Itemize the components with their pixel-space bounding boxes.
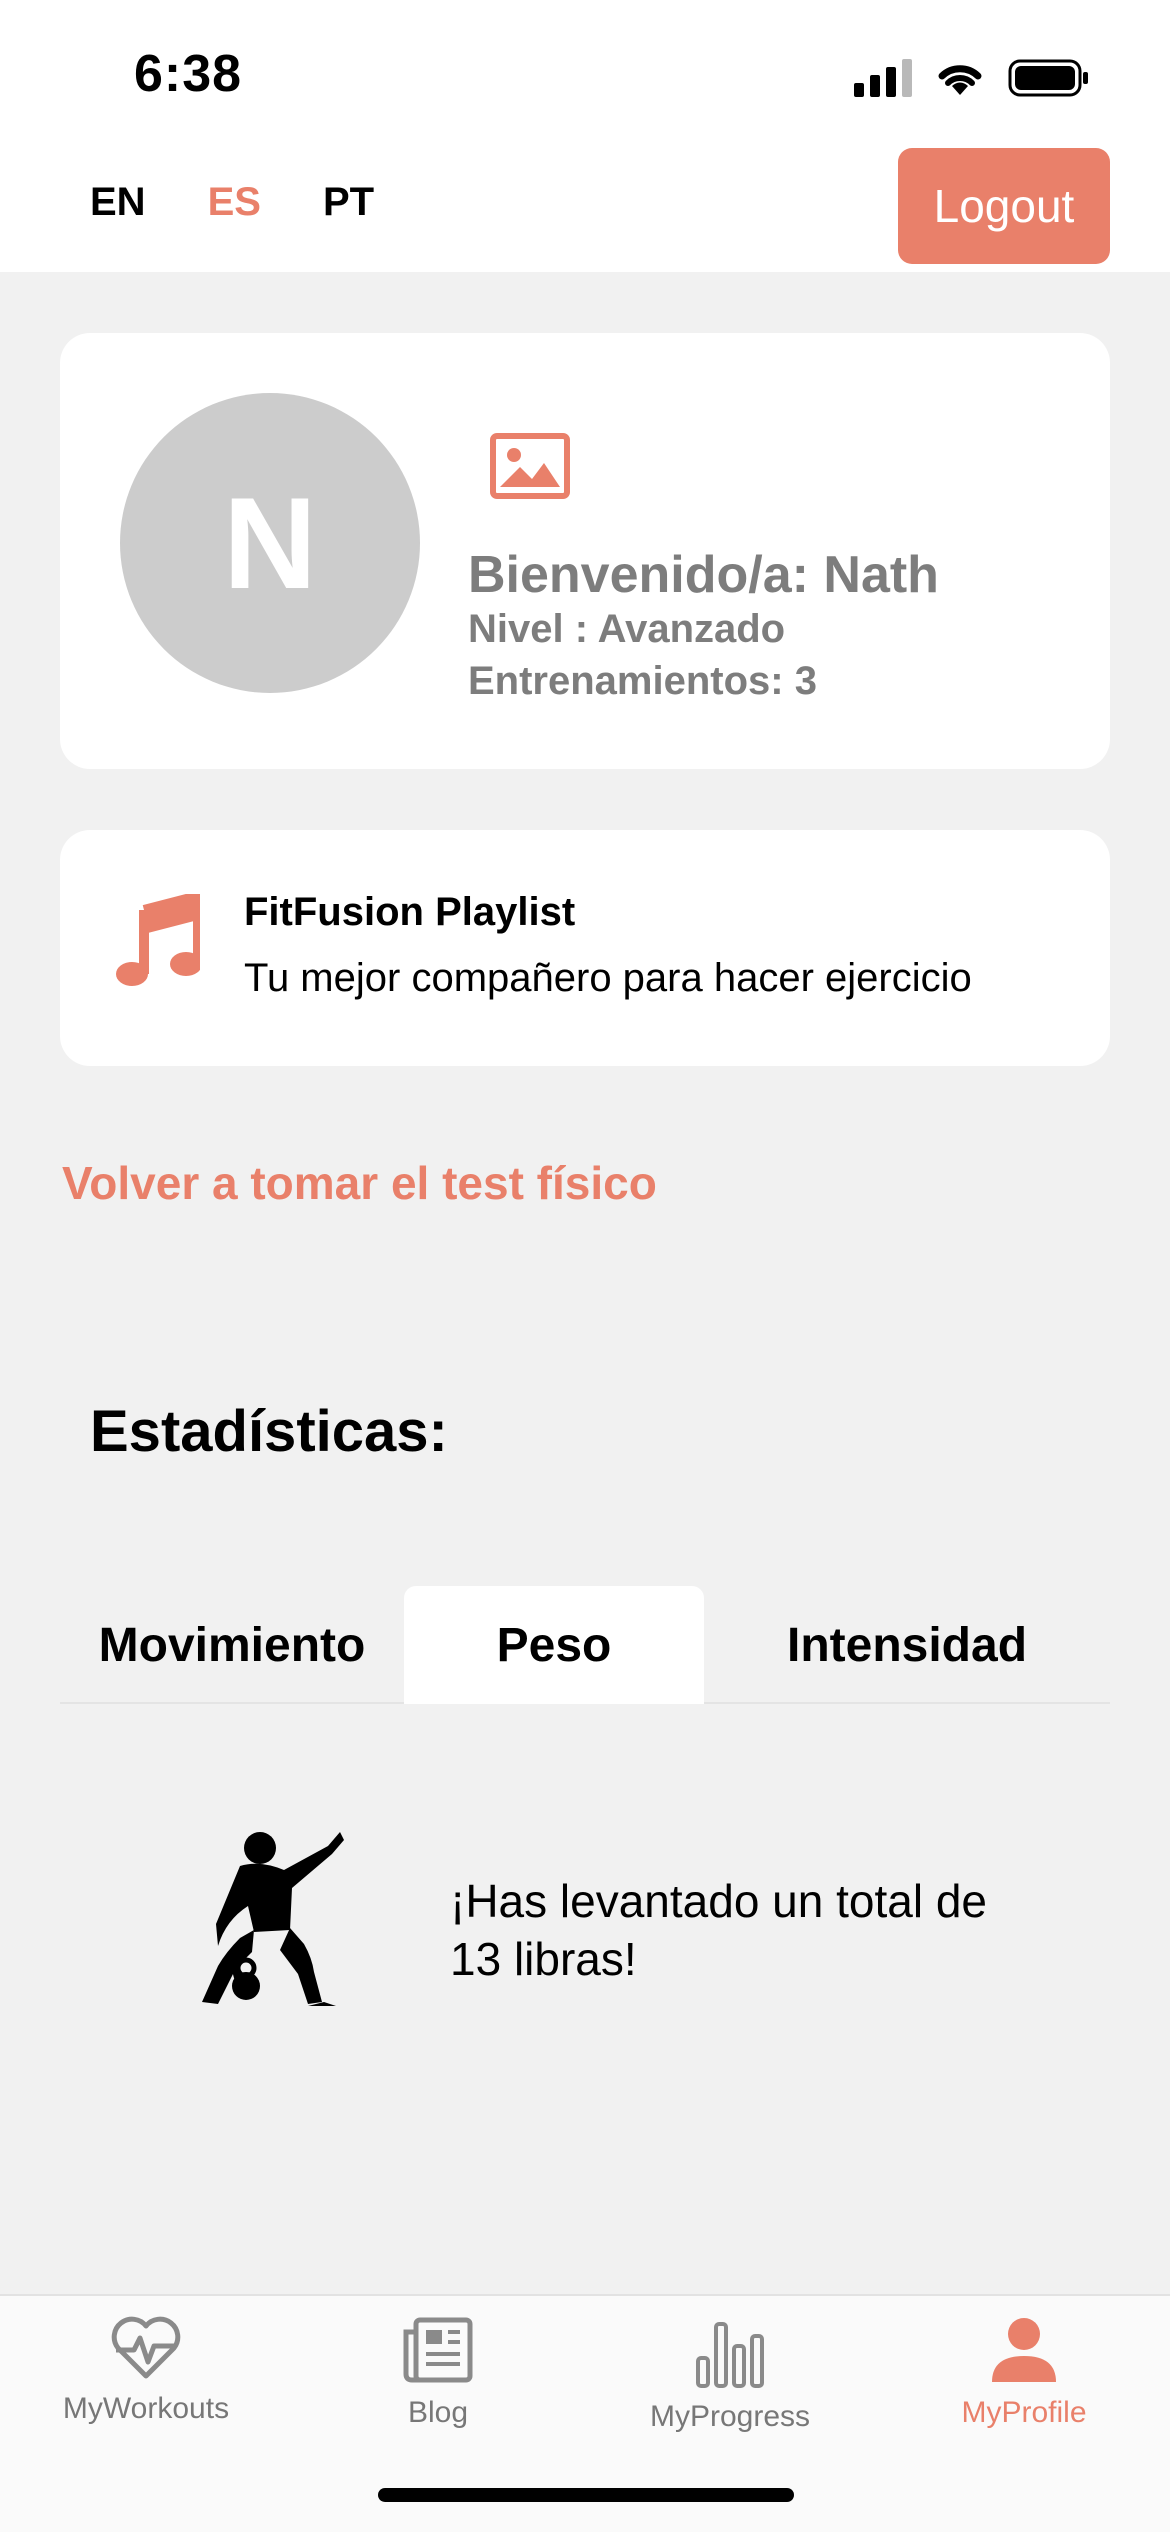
- nav-blog[interactable]: Blog: [308, 2316, 568, 2430]
- nav-myprogress-label: MyProgress: [649, 2400, 811, 2433]
- image-upload-icon[interactable]: [490, 433, 570, 499]
- heart-pulse-icon: [111, 2316, 181, 2379]
- lang-es[interactable]: ES: [208, 180, 261, 225]
- tab-movimiento[interactable]: Movimiento: [60, 1586, 404, 1704]
- nav-myworkouts-label: MyWorkouts: [62, 2392, 230, 2425]
- newspaper-icon: [403, 2317, 473, 2383]
- logout-button[interactable]: Logout: [898, 148, 1110, 264]
- tab-intensidad[interactable]: Intensidad: [704, 1586, 1110, 1704]
- nav-myprofile[interactable]: MyProfile: [894, 2316, 1154, 2430]
- workouts-count: Entrenamientos: 3: [468, 659, 817, 703]
- playlist-card[interactable]: FitFusion Playlist Tu mejor compañero pa…: [60, 830, 1110, 1066]
- kettlebell-lifter-icon: [202, 1832, 344, 2006]
- home-indicator[interactable]: [378, 2488, 794, 2502]
- weight-lifted-message: ¡Has levantado un total de 13 libras!: [450, 1872, 1070, 1988]
- tab-peso[interactable]: Peso: [404, 1586, 704, 1704]
- playlist-title: FitFusion Playlist: [244, 890, 576, 934]
- avatar[interactable]: N: [120, 393, 420, 693]
- nav-myworkouts[interactable]: MyWorkouts: [16, 2316, 276, 2426]
- weight-message-line1: ¡Has levantado un total de: [450, 1875, 988, 1927]
- status-icons: [854, 56, 1090, 100]
- level-text: Nivel : Avanzado: [468, 607, 786, 651]
- welcome-text: Bienvenido/a: Nath: [468, 546, 939, 604]
- stats-tabs: Movimiento Peso Intensidad: [60, 1586, 1110, 1704]
- weight-message-line2: 13 libras!: [450, 1933, 637, 1985]
- profile-screen: 6:38 EN ES PT Logout N Bienvenido/a: Nat…: [0, 0, 1170, 2532]
- playlist-subtitle: Tu mejor compañero para hacer ejercicio: [244, 956, 972, 1000]
- top-header: 6:38 EN ES PT Logout: [0, 0, 1170, 272]
- stats-title: Estadísticas:: [90, 1399, 448, 1464]
- wifi-icon: [938, 65, 982, 95]
- nav-myprofile-label: MyProfile: [961, 2396, 1087, 2429]
- bar-chart-icon: [696, 2322, 764, 2388]
- lang-pt[interactable]: PT: [323, 180, 374, 225]
- retake-test-link[interactable]: Volver a tomar el test físico: [62, 1156, 657, 1210]
- lang-en[interactable]: EN: [90, 180, 146, 225]
- profile-card: N Bienvenido/a: Nath Nivel : Avanzado En…: [60, 333, 1110, 769]
- language-selector: EN ES PT: [90, 180, 374, 225]
- music-note-icon: [116, 894, 200, 986]
- battery-icon: [1008, 59, 1088, 97]
- person-icon: [992, 2318, 1056, 2382]
- nav-blog-label: Blog: [407, 2396, 469, 2429]
- nav-myprogress[interactable]: MyProgress: [600, 2316, 860, 2434]
- status-time: 6:38: [134, 45, 243, 103]
- cellular-signal-icon: [854, 59, 912, 97]
